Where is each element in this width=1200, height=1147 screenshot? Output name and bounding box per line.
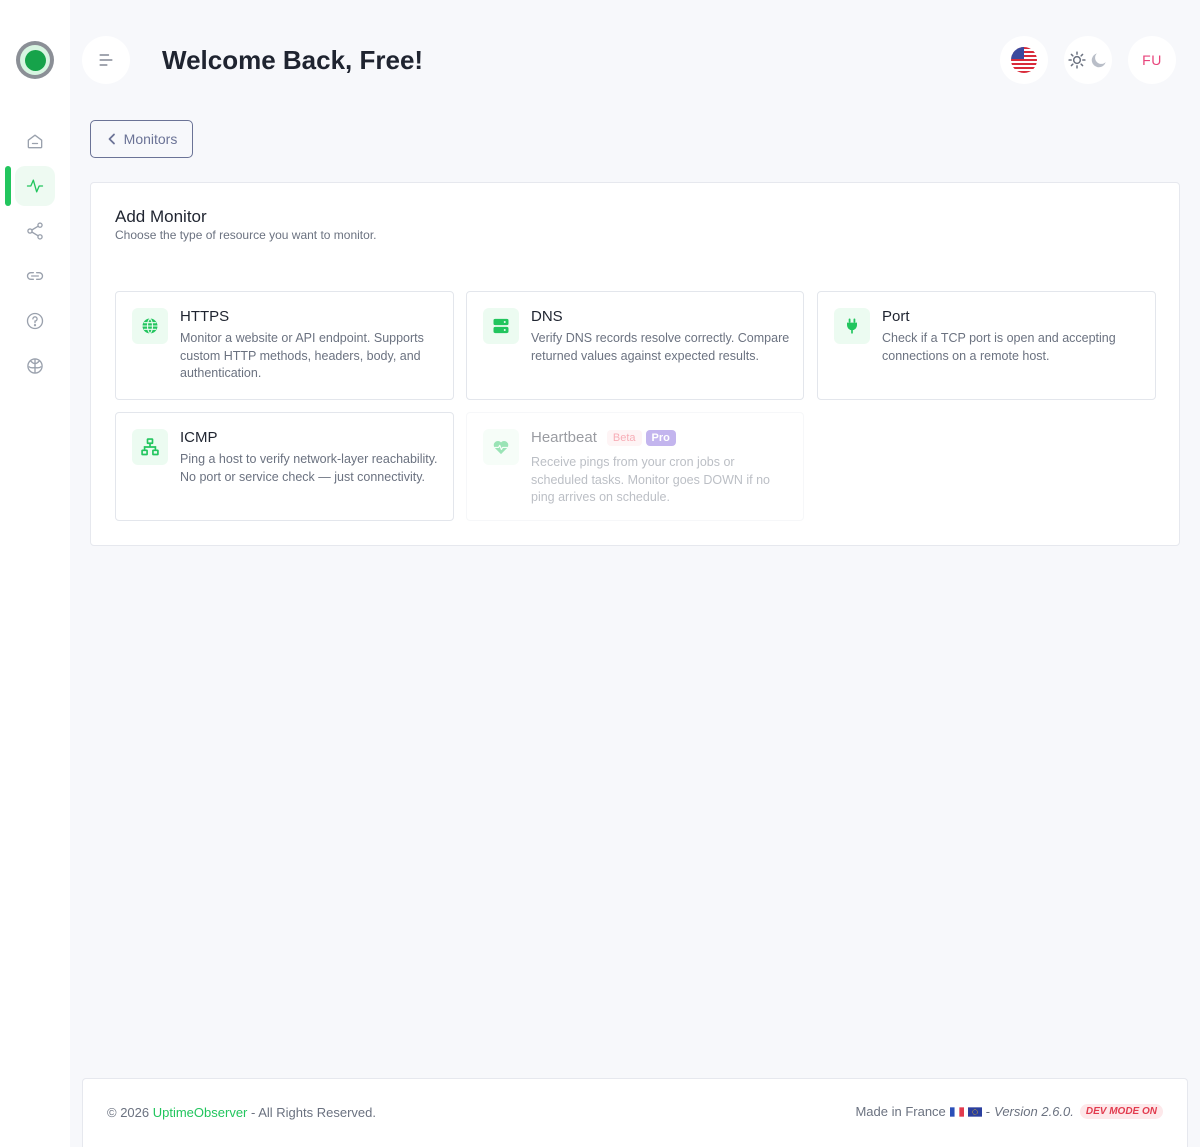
- monitor-type-description: Verify DNS records resolve correctly. Co…: [531, 331, 790, 363]
- monitor-type-description: Ping a host to verify network-layer reac…: [180, 452, 438, 484]
- logo-ring: [20, 45, 50, 75]
- france-flag-icon: [949, 1106, 964, 1117]
- server-icon: [483, 308, 519, 344]
- monitor-type-description: Check if a TCP port is open and acceptin…: [882, 331, 1116, 363]
- menu-toggle-button[interactable]: [82, 36, 130, 84]
- globe-icon: [132, 308, 168, 344]
- theme-toggle-button[interactable]: [1064, 36, 1112, 84]
- footer-version-info: Made in France - Version 2.6.0. DEV MODE…: [855, 1104, 1163, 1119]
- moon-icon: [1091, 53, 1106, 68]
- sidebar-item-integrations[interactable]: [15, 211, 55, 251]
- monitor-type-port[interactable]: Port Check if a TCP port is open and acc…: [817, 291, 1156, 400]
- home-icon: [27, 134, 43, 149]
- monitor-type-description: Monitor a website or API endpoint. Suppo…: [180, 331, 424, 380]
- monitor-type-description: Receive pings from your cron jobs or sch…: [531, 455, 770, 504]
- back-button-label: Monitors: [123, 131, 178, 147]
- monitor-type-title: Heartbeat Beta Pro: [531, 429, 676, 446]
- footer-copyright: © 2026 UptimeObserver - All Rights Reser…: [107, 1105, 376, 1120]
- status-dot-icon: [24, 49, 46, 71]
- sidebar-item-help[interactable]: [15, 301, 55, 341]
- monitor-type-title: ICMP: [180, 429, 218, 446]
- version-separator: -: [985, 1104, 991, 1119]
- monitor-type-title: HTTPS: [180, 308, 230, 325]
- monitor-type-title: Port: [882, 308, 910, 325]
- language-button[interactable]: [1000, 36, 1048, 84]
- card-title: Add Monitor: [115, 207, 207, 226]
- link-icon: [26, 272, 44, 280]
- card-subtitle: Choose the type of resource you want to …: [115, 228, 377, 242]
- heart-pulse-icon: [483, 429, 519, 465]
- app-logo[interactable]: [16, 41, 54, 79]
- footer: © 2026 UptimeObserver - All Rights Reser…: [82, 1078, 1188, 1147]
- beta-badge: Beta: [606, 429, 642, 446]
- monitor-type-icmp[interactable]: ICMP Ping a host to verify network-layer…: [115, 412, 454, 521]
- share-icon: [27, 222, 43, 240]
- monitor-type-title: DNS: [531, 308, 563, 325]
- network-icon: [132, 429, 168, 465]
- add-monitor-card: Add Monitor Choose the type of resource …: [90, 182, 1180, 546]
- avatar-initials: FU: [1142, 52, 1162, 68]
- sidebar: [0, 0, 70, 1147]
- sun-icon: [1068, 51, 1086, 69]
- version-label: Version 2.6.0.: [994, 1104, 1074, 1119]
- user-avatar-button[interactable]: FU: [1128, 36, 1176, 84]
- pro-badge: Pro: [645, 429, 676, 446]
- made-in-label: Made in France: [855, 1104, 946, 1119]
- plug-icon: [834, 308, 870, 344]
- monitor-type-dns[interactable]: DNS Verify DNS records resolve correctly…: [466, 291, 804, 400]
- page-title: Welcome Back, Free!: [162, 45, 424, 75]
- monitor-type-https[interactable]: HTTPS Monitor a website or API endpoint.…: [115, 291, 454, 400]
- menu-icon: [99, 54, 113, 66]
- sidebar-item-links[interactable]: [15, 256, 55, 296]
- sidebar-item-home[interactable]: [15, 121, 55, 161]
- back-to-monitors-button[interactable]: Monitors: [90, 120, 193, 158]
- eu-flag-icon: [967, 1106, 982, 1117]
- chevron-left-icon: [108, 133, 115, 145]
- sidebar-item-ai[interactable]: [15, 346, 55, 386]
- brand-link[interactable]: UptimeObserver: [153, 1105, 248, 1120]
- active-indicator: [5, 166, 11, 206]
- brain-icon: [27, 358, 43, 374]
- help-icon: [26, 312, 44, 330]
- us-flag-icon: [1011, 47, 1037, 73]
- activity-icon: [26, 179, 44, 193]
- dev-mode-badge: DEV MODE ON: [1079, 1104, 1163, 1119]
- monitor-type-heartbeat: Heartbeat Beta Pro Receive pings from yo…: [466, 412, 804, 521]
- sidebar-item-monitors[interactable]: [15, 166, 55, 206]
